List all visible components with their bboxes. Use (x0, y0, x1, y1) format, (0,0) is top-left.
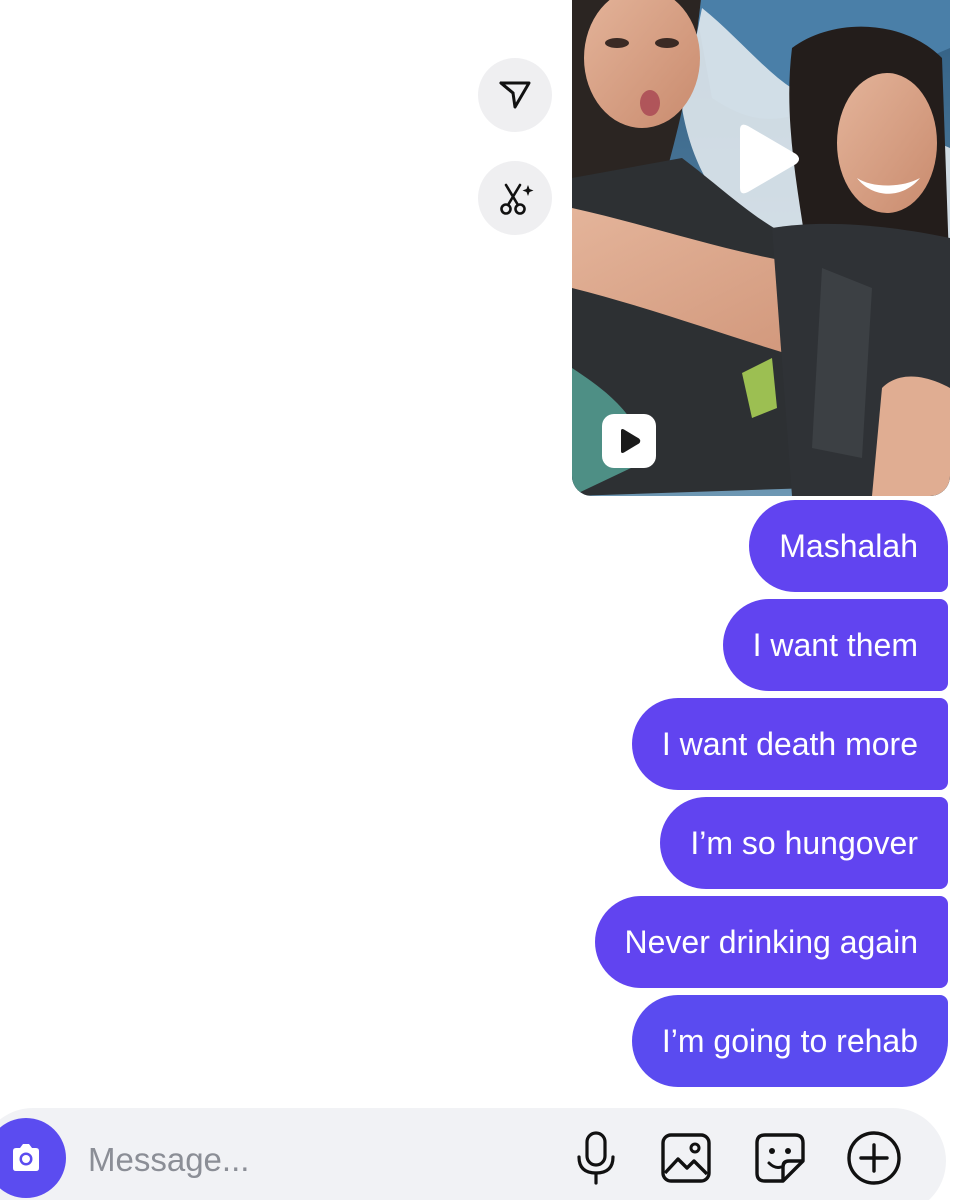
play-icon[interactable] (732, 122, 802, 196)
send-icon (499, 81, 531, 109)
message-bubble[interactable]: I want them (722, 599, 948, 691)
message-bubble[interactable]: Mashalah (749, 500, 948, 592)
sticker-button[interactable] (750, 1128, 810, 1188)
image-icon (661, 1133, 711, 1183)
shared-video[interactable] (572, 0, 950, 496)
plus-circle-icon (847, 1131, 901, 1185)
gallery-button[interactable] (656, 1128, 716, 1188)
chat-screen: Mashalah I want them I want death more I… (0, 0, 968, 1200)
microphone-button[interactable] (566, 1128, 626, 1188)
message-bubble[interactable]: I’m going to rehab (631, 995, 948, 1087)
sticker-icon (755, 1133, 805, 1183)
camera-icon (13, 1144, 39, 1171)
ai-edit-button[interactable] (478, 161, 552, 235)
message-input[interactable] (88, 1130, 548, 1190)
message-bubble[interactable]: I’m so hungover (660, 797, 948, 889)
share-button[interactable] (478, 58, 552, 132)
reels-play-icon (602, 414, 656, 468)
microphone-icon (577, 1131, 615, 1185)
scissors-sparkle-icon (500, 183, 534, 215)
message-bubble[interactable]: Never drinking again (594, 896, 948, 988)
message-bubble[interactable]: I want death more (631, 698, 948, 790)
more-button[interactable] (844, 1128, 904, 1188)
